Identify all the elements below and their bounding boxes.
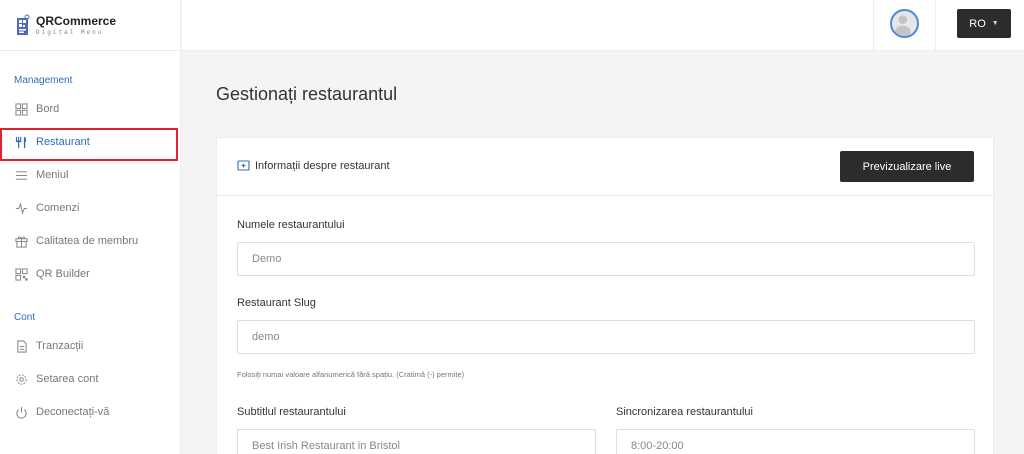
language-label: RO: [969, 17, 986, 30]
sidebar-item-label: Meniul: [36, 169, 69, 181]
page-title: Gestionați restaurantul: [216, 84, 398, 104]
sidebar-item-label: Comenzi: [36, 202, 80, 214]
user-icon: [895, 15, 911, 36]
card-header: Informații despre restaurant Previzualiz…: [217, 138, 993, 196]
restaurant-slug-input[interactable]: demo: [237, 320, 975, 354]
restaurant-subtitle-label: Subtitlul restaurantului: [237, 406, 346, 418]
sidebar-item-bord[interactable]: Bord: [14, 93, 178, 125]
restaurant-timing-input[interactable]: 8:00-20:00: [616, 429, 975, 454]
chevron-down-icon: ▼: [991, 20, 999, 27]
sidebar-item-label: Bord: [36, 103, 60, 115]
sidebar-item-restaurant[interactable]: Restaurant: [14, 126, 178, 158]
restaurant-name-label: Numele restaurantului: [237, 219, 345, 231]
header-divider: [935, 0, 936, 51]
activity-icon: [14, 201, 28, 215]
sidebar-item-deconectati-va[interactable]: Deconectați-vă: [14, 396, 178, 428]
gear-icon: [14, 372, 28, 386]
sidebar-item-label: Deconectați-vă: [36, 406, 110, 418]
restaurant-name-input[interactable]: Demo: [237, 242, 975, 276]
dashboard-grid-icon: [14, 102, 28, 116]
sidebar: QRCommerce Digital Menu Management Bord …: [0, 0, 181, 454]
sidebar-item-label: Tranzacții: [36, 340, 84, 352]
sidebar-item-setarea-cont[interactable]: Setarea cont: [14, 363, 178, 395]
header-divider: [873, 0, 874, 51]
live-preview-button[interactable]: Previzualizare live: [840, 151, 974, 182]
card-title-text: Informații despre restaurant: [255, 159, 390, 172]
language-dropdown[interactable]: RO ▼: [957, 9, 1011, 38]
sidebar-item-comenzi[interactable]: Comenzi: [14, 192, 178, 224]
sidebar-item-label: Calitatea de membru: [36, 235, 139, 247]
folder-plus-icon: [237, 160, 250, 171]
sidebar-item-label: Restaurant: [36, 136, 90, 148]
brand[interactable]: QRCommerce Digital Menu: [0, 0, 180, 51]
menu-lines-icon: [14, 168, 28, 182]
qr-logo-icon: [17, 14, 30, 35]
power-icon: [14, 405, 28, 419]
sidebar-item-tranzactii[interactable]: Tranzacții: [14, 330, 178, 362]
section-label-cont: Cont: [14, 312, 36, 323]
qr-icon: [14, 267, 28, 281]
gift-icon: [14, 234, 28, 248]
sidebar-item-qr-builder[interactable]: QR Builder: [14, 258, 178, 290]
sidebar-item-calitatea-de-membru[interactable]: Calitatea de membru: [14, 225, 178, 257]
section-label-management: Management: [14, 75, 73, 86]
user-avatar[interactable]: [890, 9, 919, 38]
restaurant-timing-label: Sincronizarea restaurantului: [616, 406, 753, 418]
restaurant-subtitle-input[interactable]: Best Irish Restaurant in Bristol: [237, 429, 596, 454]
brand-subtitle: Digital Menu: [36, 28, 104, 36]
sidebar-item-label: QR Builder: [36, 268, 90, 280]
slug-hint: Folosiți numai valoare alfanumerică fără…: [237, 370, 465, 379]
restaurant-slug-label: Restaurant Slug: [237, 297, 316, 309]
restaurant-info-card: Informații despre restaurant Previzualiz…: [216, 137, 994, 454]
brand-name: QRCommerce: [36, 13, 117, 28]
sidebar-item-meniul[interactable]: Meniul: [14, 159, 178, 191]
sidebar-item-label: Setarea cont: [36, 373, 99, 385]
card-title: Informații despre restaurant: [237, 159, 390, 172]
fork-knife-icon: [14, 135, 28, 149]
document-icon: [14, 339, 28, 353]
